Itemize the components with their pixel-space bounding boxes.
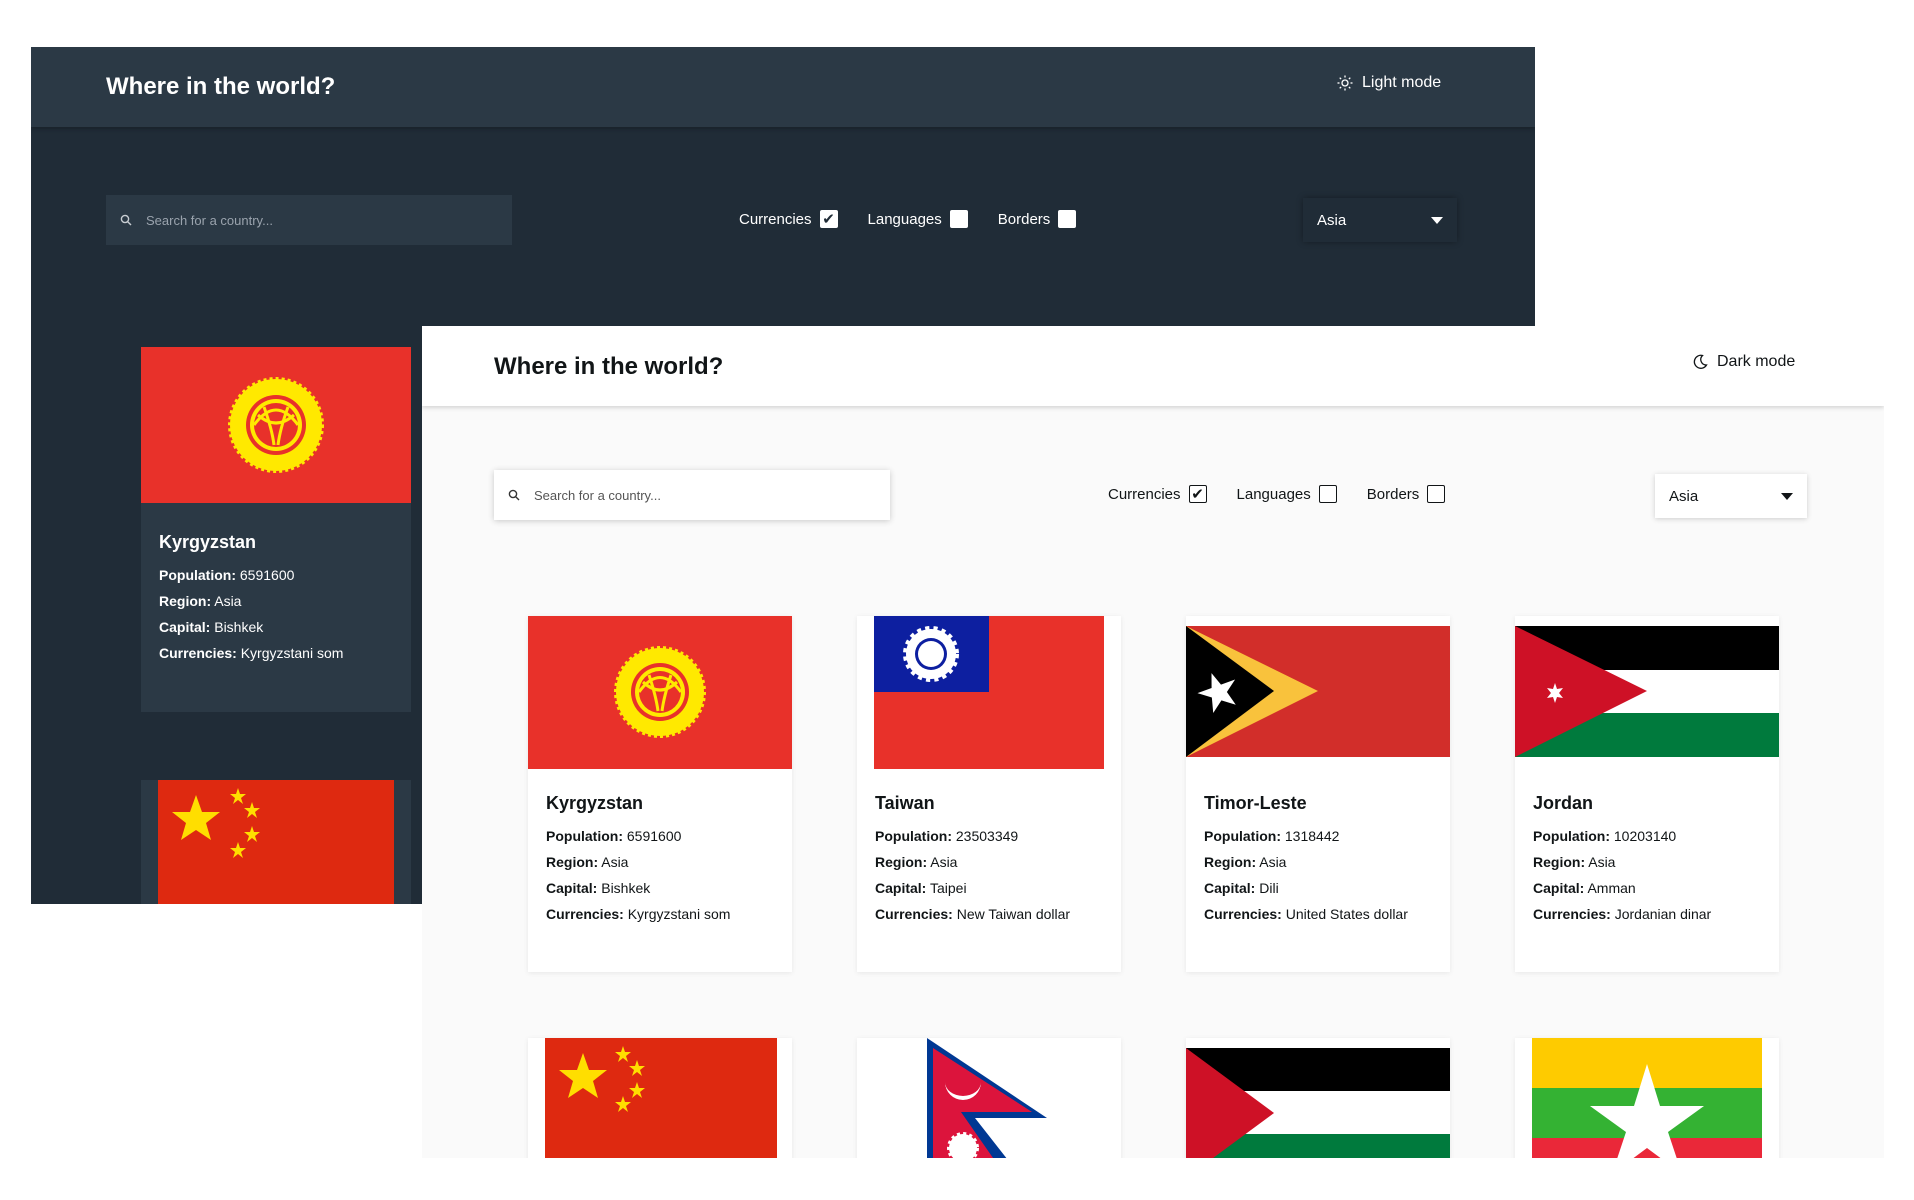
country-card[interactable]: Kyrgyzstan Population: 6591600 Region: A…: [141, 347, 411, 712]
population-row: Population: 6591600: [546, 828, 682, 844]
population-row: Population: 1318442: [1204, 828, 1340, 844]
country-card[interactable]: [857, 1038, 1121, 1158]
search-icon: [120, 214, 132, 226]
region-row: Region: Asia: [1533, 854, 1616, 870]
currencies-row: Currencies: Kyrgyzstani som: [159, 645, 344, 661]
country-card[interactable]: [1515, 1038, 1779, 1158]
currencies-row: Currencies: United States dollar: [1204, 906, 1408, 922]
filter-currencies[interactable]: Currencies ✔: [1108, 485, 1207, 503]
country-card[interactable]: Jordan Population: 10203140 Region: Asia…: [1515, 616, 1779, 972]
region-select[interactable]: Asia: [1655, 474, 1807, 518]
myanmar-flag: [1515, 1038, 1779, 1158]
filter-label: Borders: [1366, 485, 1420, 503]
search-placeholder: Search for a country...: [534, 487, 661, 503]
region-row: Region: Asia: [875, 854, 958, 870]
region-row: Region: Asia: [159, 593, 242, 609]
filter-languages[interactable]: Languages: [1237, 485, 1337, 503]
card-body: Kyrgyzstan Population: 6591600 Region: A…: [141, 508, 411, 695]
theme-toggle-label: Dark mode: [1717, 353, 1796, 370]
theme-toggle-button[interactable]: Dark mode: [1692, 353, 1795, 371]
country-name: Kyrgyzstan: [546, 793, 644, 813]
currencies-row: Currencies: New Taiwan dollar: [875, 906, 1071, 922]
capital-row: Capital: Taipei: [875, 880, 967, 896]
light-mode-window: Where in the world? Dark mode Search for…: [422, 326, 1884, 1158]
search-icon: [508, 489, 520, 501]
theme-toggle-button[interactable]: Light mode: [1337, 74, 1441, 92]
country-card[interactable]: [1186, 1038, 1450, 1158]
country-name: Taiwan: [875, 793, 935, 813]
search-input[interactable]: Search for a country...: [106, 195, 512, 245]
currencies-checkbox[interactable]: ✔: [1188, 485, 1207, 503]
timor-leste-flag: [1186, 616, 1450, 769]
currencies-row: Currencies: Jordanian dinar: [1533, 906, 1712, 922]
country-name: Timor-Leste: [1204, 793, 1307, 813]
jordan-flag: [1515, 616, 1779, 769]
light-header: Where in the world? Dark mode: [422, 326, 1884, 406]
filter-label: Borders: [997, 210, 1051, 228]
population-row: Population: 23503349: [875, 828, 1019, 844]
filter-label: Languages: [867, 210, 942, 228]
region-row: Region: Asia: [1204, 854, 1287, 870]
sun-icon: [1337, 75, 1353, 91]
chevron-down-icon: [1781, 492, 1793, 500]
theme-toggle-label: Light mode: [1362, 74, 1442, 91]
currencies-row: Currencies: Kyrgyzstani som: [546, 906, 731, 922]
country-card[interactable]: [528, 1038, 792, 1158]
capital-row: Capital: Amman: [1533, 880, 1636, 896]
app-title: Where in the world?: [106, 73, 336, 100]
country-name: Kyrgyzstan: [159, 532, 257, 552]
card-body: Kyrgyzstan Population: 6591600 Region: A…: [528, 769, 792, 956]
region-row: Region: Asia: [546, 854, 629, 870]
search-input[interactable]: Search for a country...: [494, 470, 890, 520]
region-value: Asia: [1317, 211, 1347, 229]
capital-row: Capital: Bishkek: [546, 880, 651, 896]
filter-borders[interactable]: Borders: [998, 210, 1077, 228]
dark-header: Where in the world? Light mode: [31, 47, 1535, 127]
kyrgyzstan-flag: [141, 347, 411, 503]
app-title: Where in the world?: [494, 353, 724, 380]
filter-group: Currencies ✔ Languages Borders: [739, 210, 1106, 228]
filter-borders[interactable]: Borders: [1367, 485, 1446, 503]
country-card[interactable]: Kyrgyzstan Population: 6591600 Region: A…: [528, 616, 792, 972]
population-row: Population: 6591600: [159, 567, 295, 583]
country-card[interactable]: [141, 780, 411, 904]
borders-checkbox[interactable]: [1427, 485, 1446, 503]
borders-checkbox[interactable]: [1058, 210, 1077, 228]
region-value: Asia: [1669, 487, 1699, 505]
country-card[interactable]: Taiwan Population: 23503349 Region: Asia…: [857, 616, 1121, 972]
country-card[interactable]: Timor-Leste Population: 1318442 Region: …: [1186, 616, 1450, 972]
region-select[interactable]: Asia: [1303, 198, 1457, 242]
kyrgyzstan-flag: [528, 616, 792, 769]
filter-languages[interactable]: Languages: [868, 210, 968, 228]
languages-checkbox[interactable]: [949, 210, 968, 228]
china-flag: [545, 1038, 777, 1158]
card-body: Taiwan Population: 23503349 Region: Asia…: [857, 769, 1121, 956]
population-row: Population: 10203140: [1533, 828, 1677, 844]
languages-checkbox[interactable]: [1318, 485, 1337, 503]
filter-currencies[interactable]: Currencies ✔: [739, 210, 838, 228]
currencies-checkbox[interactable]: ✔: [819, 210, 838, 228]
country-name: Jordan: [1533, 793, 1594, 813]
card-body: Jordan Population: 10203140 Region: Asia…: [1515, 769, 1779, 956]
nepal-flag: [857, 1038, 1121, 1158]
card-body: Timor-Leste Population: 1318442 Region: …: [1186, 769, 1450, 956]
palestine-flag: [1186, 1038, 1450, 1158]
filter-group: Currencies ✔ Languages Borders: [1108, 485, 1475, 503]
chevron-down-icon: [1431, 216, 1443, 224]
search-placeholder: Search for a country...: [146, 212, 273, 228]
capital-row: Capital: Bishkek: [159, 619, 264, 635]
filter-label: Languages: [1236, 485, 1311, 503]
filter-label: Currencies: [739, 210, 812, 228]
capital-row: Capital: Dili: [1204, 880, 1279, 896]
china-flag: [158, 780, 394, 904]
moon-icon: [1693, 354, 1708, 369]
filter-label: Currencies: [1108, 485, 1181, 503]
taiwan-flag: [857, 616, 1121, 769]
